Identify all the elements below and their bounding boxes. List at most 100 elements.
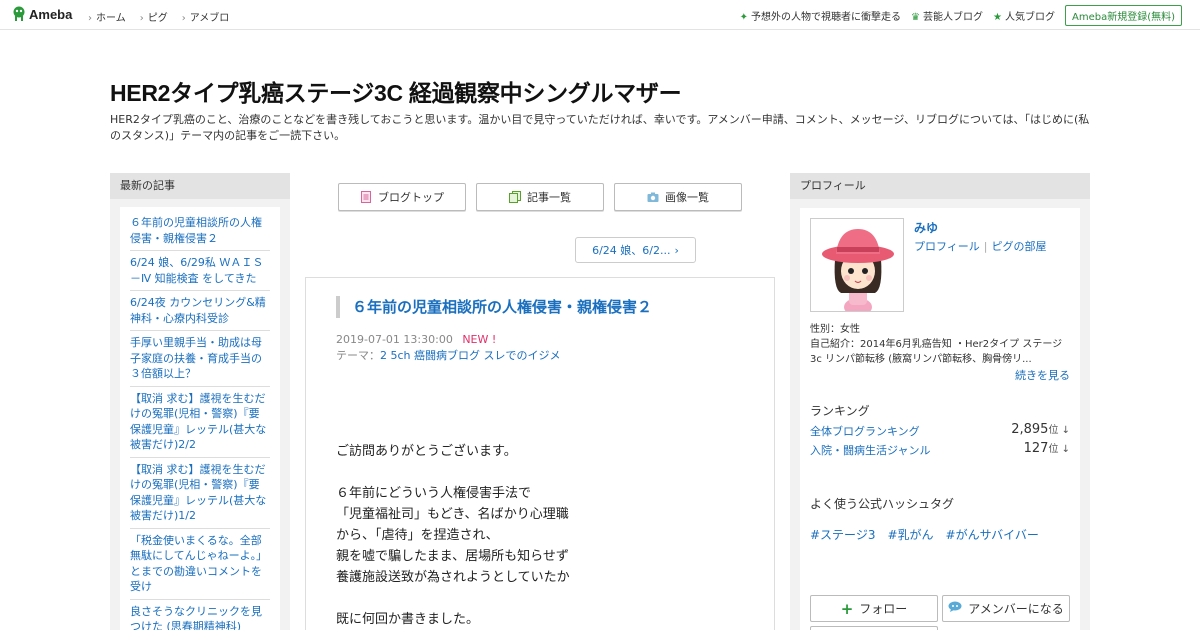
trending-link[interactable]: ✦ 予想外の人物で視聴者に衝撃走る xyxy=(740,8,901,23)
sparkle-icon: ✦ xyxy=(739,12,749,23)
trending-link-label: 予想外の人物で視聴者に衝撃走る xyxy=(751,12,902,23)
image-list-label: 画像一覧 xyxy=(665,191,709,204)
article-list-label: 記事一覧 xyxy=(527,191,571,204)
document-icon xyxy=(360,191,372,203)
follow-button[interactable]: + フォロー xyxy=(810,595,938,622)
top-nav-bar: Ameba ホーム ピグ アメブロ ✦予想外の人物で視聴者に衝撃走る ♛芸能人ブ… xyxy=(0,0,1200,30)
ranking-value: 127位 ↓ xyxy=(1024,440,1070,456)
follow-label: フォロー xyxy=(859,602,908,616)
camera-icon xyxy=(647,191,659,203)
article-datetime: 2019-07-01 13:30:00 xyxy=(336,333,453,346)
body-line: ６年前にどういう人権侵害手法で xyxy=(336,486,532,501)
ranking-number: 2,895 xyxy=(1011,422,1049,437)
plus-icon: + xyxy=(840,599,854,618)
celebrity-blog-link[interactable]: ♛ 芸能人ブログ xyxy=(911,8,983,23)
pigg-room-link[interactable]: ピグの部屋 xyxy=(992,240,1047,253)
hashtag-link[interactable]: #がんサバイバー xyxy=(946,526,1039,543)
recent-articles-sidebar: 最新の記事 ６年前の児童相談所の人権侵害・親権侵害２ 6/24 娘、6/29私 … xyxy=(110,173,290,630)
blog-description: HER2タイプ乳癌のこと、治療のことなどを書き残しておこうと思います。温かい目で… xyxy=(110,113,1090,142)
ranking-number: 127 xyxy=(1023,441,1049,456)
theme-link[interactable]: 2 5ch 癌闘病ブログ スレでのイジメ xyxy=(380,349,561,362)
recent-article-link[interactable]: 「税金使いまくるな。全部無駄にしてんじゃねーよ。」とまでの勘違いコメントを受け xyxy=(130,529,270,600)
top-nav-links: ホーム ピグ アメブロ xyxy=(88,9,229,24)
image-list-button[interactable]: 画像一覧 xyxy=(614,183,742,211)
ranking-heading: ランキング xyxy=(810,404,870,418)
nav-ameblo[interactable]: アメブロ xyxy=(182,9,230,24)
copy-icon xyxy=(509,191,521,203)
amember-button[interactable]: アメンバーになる xyxy=(942,595,1070,622)
recent-article-link[interactable]: ６年前の児童相談所の人権侵害・親権侵害２ xyxy=(130,211,270,251)
body-line: から、「虐待」を捏造され、 xyxy=(336,528,499,543)
ranking-value: 2,895位 ↓ xyxy=(1011,421,1070,437)
profile-sidebar: プロフィール みゆ プロフィール | ピグの部屋 性別：女性 自己紹介：2014… xyxy=(790,173,1090,630)
logo-text: Ameba xyxy=(29,6,73,22)
ranking-row: 全体ブログランキング 2,895位 ↓ xyxy=(810,421,1070,439)
hashtag-link[interactable]: #ステージ3 xyxy=(810,526,875,543)
recent-article-link[interactable]: 6/24 娘、6/29私 ＷＡＩＳ－Ⅳ 知能検査 をしてきた xyxy=(130,251,270,291)
recent-articles-list: ６年前の児童相談所の人権侵害・親権侵害２ 6/24 娘、6/29私 ＷＡＩＳ－Ⅳ… xyxy=(120,207,280,630)
chat-bubble-icon xyxy=(948,601,962,616)
nav-pigg[interactable]: ピグ xyxy=(140,9,168,24)
hashtag-list: #ステージ3 #乳がん #がんサバイバー xyxy=(810,526,1039,543)
body-line: 親を嘘で騙したまま、居場所も知らせず xyxy=(336,549,569,564)
link-separator: | xyxy=(983,240,988,253)
crown-icon: ♛ xyxy=(911,12,921,23)
overall-ranking-link[interactable]: 全体ブログランキング xyxy=(810,425,920,438)
article-title[interactable]: ６年前の児童相談所の人権侵害・親権侵害２ xyxy=(336,296,756,318)
blog-nav-buttons: ブログトップ 記事一覧 画像一覧 xyxy=(338,183,742,211)
nav-home[interactable]: ホーム xyxy=(88,9,126,24)
next-article-link[interactable]: 6/24 娘、6/2... › xyxy=(575,237,696,263)
profile-panel: みゆ プロフィール | ピグの部屋 性別：女性 自己紹介：2014年6月乳癌告知 ・… xyxy=(790,199,1090,630)
blog-top-label: ブログトップ xyxy=(378,191,444,204)
chevron-right-icon: › xyxy=(674,243,679,257)
recent-article-link[interactable]: 良さそうなクリニックを見つけた (思春期精神科) xyxy=(130,600,270,630)
popular-blog-link[interactable]: ★ 人気ブログ xyxy=(993,8,1055,23)
additional-button[interactable] xyxy=(810,626,938,630)
body-line: ご訪問ありがとうございます。 xyxy=(336,444,517,459)
article-card: ６年前の児童相談所の人権侵害・親権侵害２ 2019-07-01 13:30:00… xyxy=(305,277,775,630)
profile-link[interactable]: プロフィール xyxy=(914,240,980,253)
new-badge: NEW ! xyxy=(462,333,497,346)
next-article-label: 6/24 娘、6/2... xyxy=(592,244,671,257)
profile-heading: プロフィール xyxy=(790,173,1090,199)
ranking-unit: 位 ↓ xyxy=(1048,425,1070,436)
blog-top-button[interactable]: ブログトップ xyxy=(338,183,466,211)
recent-article-link[interactable]: 【取消 求む】護視を生むだけの冤罪(児相・警察)『要保護児童』レッテル(甚大な被… xyxy=(130,387,270,458)
body-line: 養護施設送致が為されようとしていたか xyxy=(336,570,570,585)
read-more-link[interactable]: 続きを見る xyxy=(1015,367,1070,383)
hashtag-link[interactable]: #乳がん xyxy=(887,526,933,543)
genre-ranking-link[interactable]: 入院・闘病生活ジャンル xyxy=(810,444,930,457)
profile-gender: 性別：女性 xyxy=(810,324,860,335)
article-list-button[interactable]: 記事一覧 xyxy=(476,183,604,211)
profile-links: プロフィール | ピグの部屋 xyxy=(914,238,1047,254)
body-gap xyxy=(336,588,570,609)
article-body: ご訪問ありがとうございます。 ６年前にどういう人権侵害手法で 「児童福祉司」もど… xyxy=(336,441,570,630)
profile-text: 性別：女性 自己紹介：2014年6月乳癌告知 ・Her2タイプ ステージ3c リ… xyxy=(810,322,1072,367)
avatar[interactable] xyxy=(810,218,904,312)
ameba-logo[interactable]: Ameba xyxy=(12,6,72,22)
star-icon: ★ xyxy=(993,12,1002,23)
ranking-row: 入院・闘病生活ジャンル 127位 ↓ xyxy=(810,440,1070,458)
recent-articles-panel: ６年前の児童相談所の人権侵害・親権侵害２ 6/24 娘、6/29私 ＷＡＩＳ－Ⅳ… xyxy=(110,199,290,630)
popular-blog-label: 人気ブログ xyxy=(1004,12,1055,23)
ameba-logo-icon xyxy=(12,6,26,22)
body-gap xyxy=(336,462,570,483)
hashtag-heading: よく使う公式ハッシュタグ xyxy=(810,497,955,511)
body-line: 「児童福祉司」もどき、名ばかり心理職 xyxy=(336,507,569,522)
recent-article-link[interactable]: 手厚い里親手当・助成は母子家庭の扶養・育成手当の３倍額以上？ xyxy=(130,331,270,387)
ranking-unit: 位 ↓ xyxy=(1048,444,1070,455)
article-meta: 2019-07-01 13:30:00 NEW ! テーマ：2 5ch 癌闘病ブ… xyxy=(336,332,561,364)
recent-articles-heading: 最新の記事 xyxy=(110,173,290,199)
recent-article-link[interactable]: 6/24夜 カウンセリング&精神科・心療内科受診 xyxy=(130,291,270,331)
blog-title[interactable]: HER2タイプ乳癌ステージ3C 経過観察中シングルマザー xyxy=(110,74,682,108)
amember-label: アメンバーになる xyxy=(968,602,1064,616)
profile-card: みゆ プロフィール | ピグの部屋 性別：女性 自己紹介：2014年6月乳癌告知 ・… xyxy=(800,208,1080,630)
profile-intro: 自己紹介：2014年6月乳癌告知 ・Her2タイプ ステージ3c リンパ節転移 … xyxy=(810,339,1063,365)
theme-label: テーマ： xyxy=(336,349,380,362)
body-line: 既に何回か書きました。 xyxy=(336,612,480,627)
recent-article-link[interactable]: 【取消 求む】護視を生むだけの冤罪(児相・警察)『要保護児童』レッテル(甚大な被… xyxy=(130,458,270,529)
top-right-links: ✦ 予想外の人物で視聴者に衝撃走る ♛ 芸能人ブログ ★ 人気ブログ Ameba新規登… xyxy=(740,5,1182,26)
profile-name[interactable]: みゆ xyxy=(914,219,938,236)
signup-button[interactable]: Ameba新規登録(無料) xyxy=(1064,5,1182,26)
celebrity-blog-label: 芸能人ブログ xyxy=(923,12,984,23)
